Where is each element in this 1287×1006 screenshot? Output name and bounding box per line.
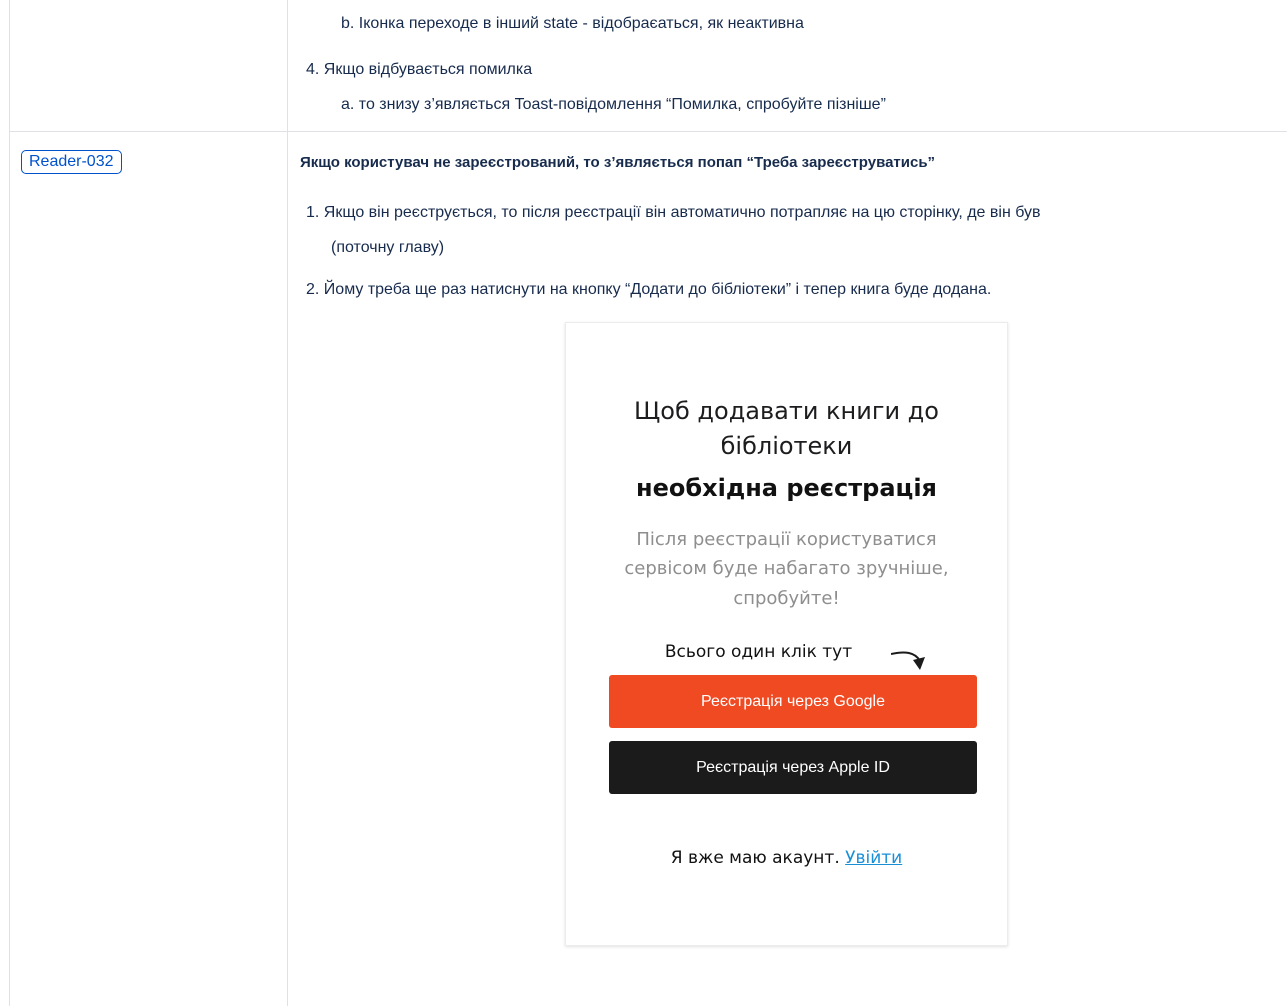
popup-title-bold: необхідна реєстрація: [636, 474, 937, 502]
list-item-2: 2. Йому треба ще раз натиснути на кнопку…: [306, 281, 992, 298]
requirement-heading: Якщо користувач не зареєстрований, то з’…: [300, 154, 936, 171]
table-left-border: [9, 0, 10, 1006]
list-item-4: 4. Якщо відбувається помилка: [306, 61, 533, 78]
list-item-1: 1. Якщо він реєструється, то після реєст…: [306, 204, 1041, 221]
registration-popup-mockup: Щоб додавати книги до бібліотеки необхід…: [565, 322, 1008, 946]
popup-footer-text: Я вже маю акаунт.: [670, 848, 846, 868]
requirement-id-tag[interactable]: Reader-032: [21, 150, 122, 174]
table-column-divider: [287, 0, 288, 1006]
apple-register-button[interactable]: Реєстрація через Apple ID: [609, 741, 977, 794]
popup-subtitle-line2: сервісом буде набагато зручніше,: [624, 558, 949, 579]
login-link[interactable]: Увійти: [845, 848, 902, 868]
table-row-divider: [9, 131, 1287, 132]
popup-subtitle-line1: Після реєстрації користуватися: [636, 529, 937, 550]
google-register-button[interactable]: Реєстрація через Google: [609, 675, 977, 728]
popup-title-line1: Щоб додавати книги до: [634, 397, 939, 425]
list-item-4a: a. то знизу з’являється Toast-повідомлен…: [341, 96, 886, 113]
popup-title-line2: бібліотеки: [720, 432, 853, 460]
list-item-1-continuation: (поточну главу): [331, 239, 445, 256]
curved-arrow-icon: [891, 651, 925, 670]
popup-footer: Я вже маю акаунт. Увійти: [566, 846, 1007, 870]
popup-subtitle-line3: спробуйте!: [733, 588, 840, 609]
list-item-3b: b. Іконка переходе в інший state - відоб…: [341, 15, 804, 32]
